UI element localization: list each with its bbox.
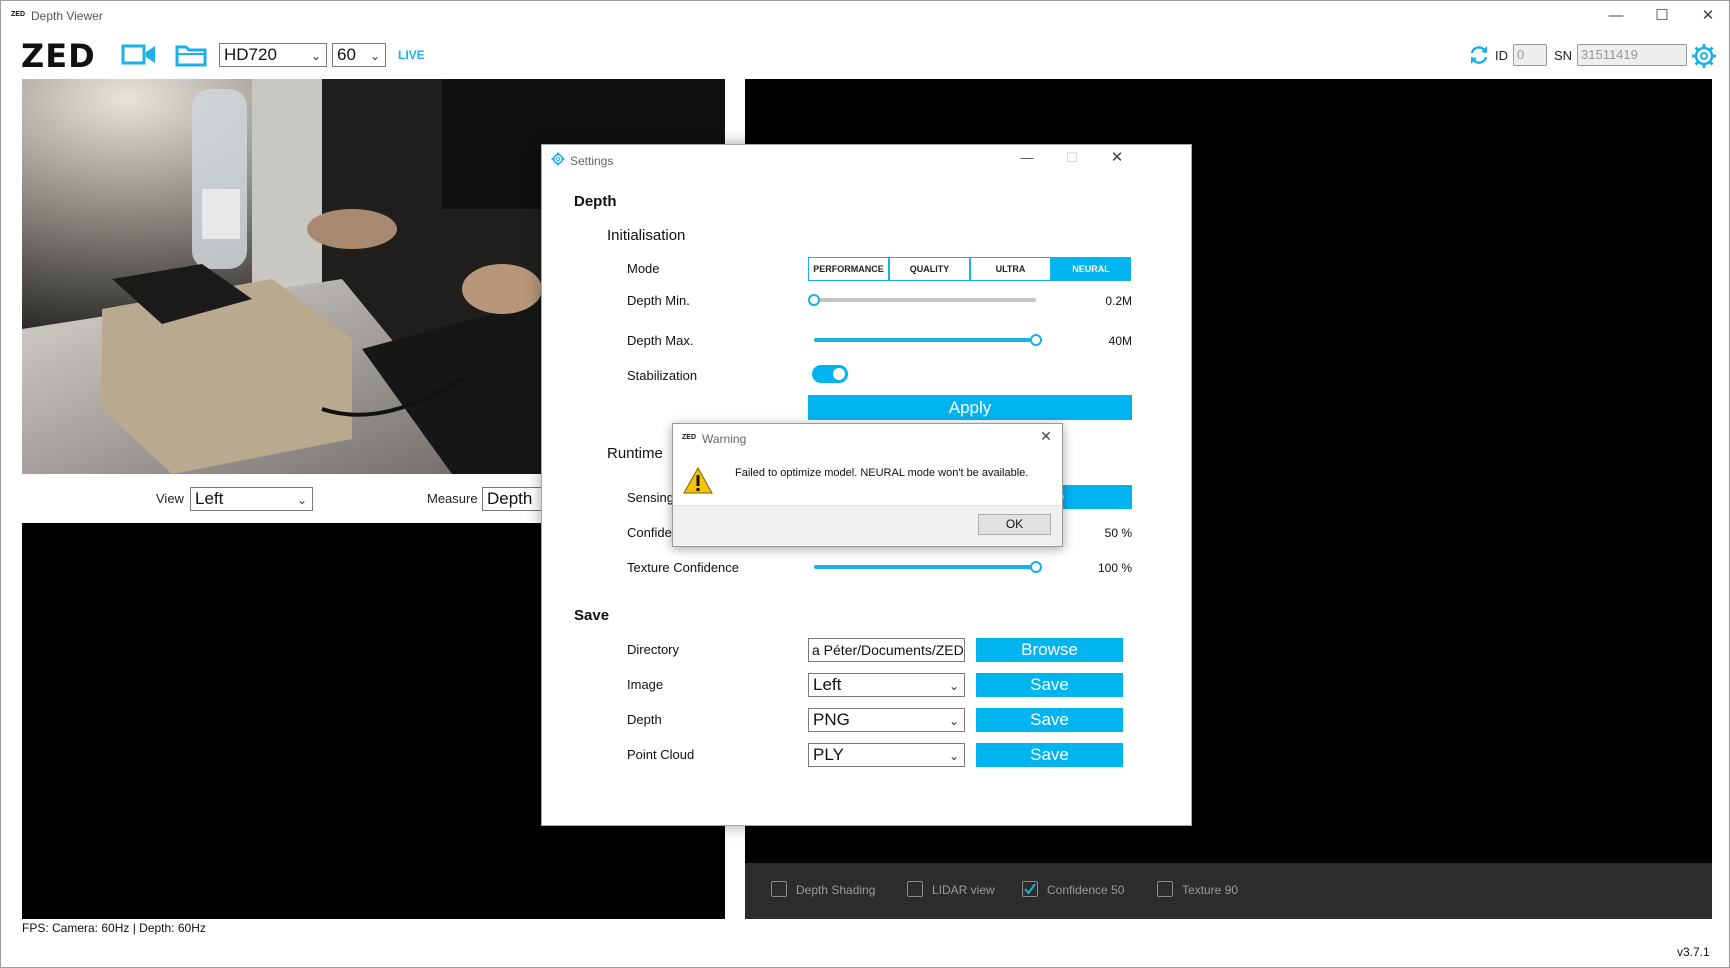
point-cloud-format-value: PLY — [813, 745, 844, 764]
chevron-down-icon: ⌄ — [948, 714, 959, 728]
chevron-down-icon: ⌄ — [948, 749, 959, 763]
lidar-view-label: LIDAR view — [932, 883, 995, 897]
depth-max-value: 40M — [1108, 334, 1132, 348]
depth-max-label: Depth Max. — [627, 333, 694, 348]
image-label: Image — [627, 677, 664, 692]
lidar-view-checkbox[interactable] — [907, 881, 923, 897]
folder-icon[interactable] — [175, 42, 207, 68]
mode-performance[interactable]: PERFORMANCE — [808, 257, 889, 281]
chevron-down-icon: ⌄ — [948, 679, 959, 693]
directory-field[interactable]: a Péter/Documents/ZED — [808, 638, 965, 662]
confidence-threshold-label: Confider — [627, 525, 677, 540]
warning-dialog: ZED Warning ✕ Failed to optimize model. … — [672, 423, 1063, 547]
mode-ultra[interactable]: ULTRA — [970, 257, 1051, 281]
resolution-value: HD720 — [224, 45, 277, 64]
warning-logo: ZED — [682, 434, 696, 441]
depth-min-value: 0.2M — [1105, 294, 1132, 308]
browse-button[interactable]: Browse — [976, 638, 1123, 662]
depth-max-slider-track[interactable] — [814, 338, 1036, 342]
id-field[interactable]: 0 — [1513, 44, 1547, 66]
window-title: Depth Viewer — [31, 9, 103, 23]
zed-logo: ZED — [21, 37, 96, 75]
save-section-header: Save — [574, 607, 610, 624]
view-value: Left — [195, 489, 224, 508]
fps-select[interactable]: 60 ⌄ — [332, 43, 386, 67]
depth-min-slider-handle[interactable] — [808, 294, 820, 306]
app-logo-small: ZED — [11, 11, 25, 18]
chevron-down-icon: ⌄ — [296, 493, 307, 507]
stabilization-label: Stabilization — [627, 368, 698, 383]
live-indicator: LIVE — [398, 48, 425, 62]
texture-checkbox[interactable] — [1157, 881, 1173, 897]
measure-label: Measure — [427, 491, 478, 506]
camera-icon[interactable] — [121, 42, 157, 68]
depth-section-header: Depth — [574, 193, 617, 210]
point-cloud-label: Point Cloud — [627, 747, 695, 762]
confidence-label: Confidence 50 — [1047, 883, 1125, 897]
apply-button[interactable]: Apply — [808, 395, 1132, 420]
chevron-down-icon: ⌄ — [310, 49, 321, 63]
depth-max-slider-handle[interactable] — [1030, 334, 1042, 346]
depth-shading-label: Depth Shading — [796, 883, 876, 897]
settings-title: Settings — [570, 154, 614, 168]
texture-label: Texture 90 — [1182, 883, 1239, 897]
title-bar: ZED Depth Viewer — ☐ ✕ — [1, 1, 1729, 31]
mode-label: Mode — [627, 261, 660, 276]
measure-value: Depth — [487, 489, 533, 508]
image-select[interactable]: Left ⌄ — [808, 673, 965, 697]
save-image-button[interactable]: Save — [976, 673, 1123, 697]
depth-min-label: Depth Min. — [627, 293, 690, 308]
texture-confidence-slider-handle[interactable] — [1030, 561, 1042, 573]
view-select[interactable]: Left ⌄ — [190, 487, 313, 511]
settings-minimize-button[interactable]: — — [1012, 147, 1042, 169]
settings-maximize-button: ☐ — [1066, 150, 1078, 165]
confidence-checkbox[interactable] — [1022, 881, 1038, 897]
depth-shading-checkbox[interactable] — [771, 881, 787, 897]
chevron-down-icon: ⌄ — [369, 49, 380, 63]
mode-quality[interactable]: QUALITY — [889, 257, 970, 281]
save-point-cloud-button[interactable]: Save — [976, 743, 1123, 767]
depth-min-slider-track[interactable] — [814, 298, 1036, 302]
check-icon — [1024, 883, 1036, 895]
point-cloud-format-select[interactable]: PLY ⌄ — [808, 743, 965, 767]
maximize-button[interactable]: ☐ — [1647, 5, 1677, 27]
close-button[interactable]: ✕ — [1693, 5, 1723, 27]
directory-label: Directory — [627, 642, 680, 657]
mode-neural[interactable]: NEURAL — [1051, 257, 1131, 281]
view-label: View — [156, 491, 184, 506]
depth-save-label: Depth — [627, 712, 662, 727]
sn-field[interactable]: 31511419 — [1577, 44, 1687, 66]
id-label: ID — [1495, 48, 1508, 63]
gear-icon — [551, 152, 565, 166]
warning-icon — [683, 466, 713, 494]
depth-format-select[interactable]: PNG ⌄ — [808, 708, 965, 732]
texture-confidence-label: Texture Confidence — [627, 560, 740, 575]
depth-format-value: PNG — [813, 710, 850, 729]
settings-close-button[interactable]: ✕ — [1102, 147, 1132, 169]
fps-value: 60 — [337, 45, 356, 64]
fps-status: FPS: Camera: 60Hz | Depth: 60Hz — [22, 921, 206, 935]
ok-button[interactable]: OK — [978, 514, 1051, 535]
warning-title: Warning — [702, 432, 747, 446]
texture-confidence-slider-track[interactable] — [814, 565, 1036, 569]
warning-message: Failed to optimize model. NEURAL mode wo… — [735, 467, 1029, 479]
version-label: v3.7.1 — [1677, 945, 1710, 959]
runtime-header: Runtime — [607, 445, 663, 462]
initialisation-header: Initialisation — [607, 227, 686, 244]
measure-select[interactable]: Depth — [482, 487, 542, 511]
confidence-threshold-value: 50 % — [1104, 526, 1132, 540]
stabilization-toggle[interactable] — [812, 365, 848, 383]
minimize-button[interactable]: — — [1601, 5, 1631, 27]
save-depth-button[interactable]: Save — [976, 708, 1123, 732]
resolution-select[interactable]: HD720 ⌄ — [219, 43, 327, 67]
sensing-label: Sensing — [627, 490, 674, 505]
gear-icon[interactable] — [1691, 43, 1717, 69]
image-value: Left — [813, 675, 842, 694]
sn-label: SN — [1554, 48, 1573, 63]
warning-close-button[interactable]: ✕ — [1036, 428, 1056, 448]
refresh-icon[interactable] — [1468, 44, 1490, 66]
texture-confidence-value: 100 % — [1097, 561, 1132, 575]
